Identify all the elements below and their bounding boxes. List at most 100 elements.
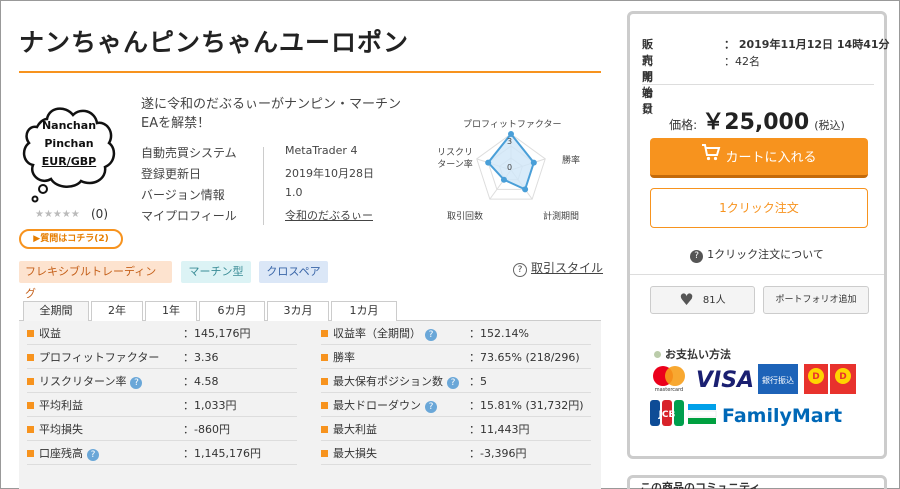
product-logo: Nanchan Pinchan EUR/GBP [19,97,119,207]
daily-logo: D [830,364,856,398]
radar-scale-min: 0 [507,163,513,172]
help-icon[interactable]: ? [87,449,99,461]
stat-value: ：1,145,176円 [183,447,261,460]
radar-point [530,159,537,166]
info-label: 自動売買システム [141,146,237,160]
favorite-count: 81人 [702,295,726,306]
stat-bullet [27,330,34,337]
sidebar-divider [642,84,874,85]
stat-bullet [27,354,34,361]
radar-label-trades: 取引回数 [447,212,484,222]
help-icon[interactable]: ? [130,377,143,389]
svg-text:JCB: JCB [658,410,676,420]
info-label: 登録更新日 [141,167,202,181]
radar-scale-max: 3 [507,137,513,146]
help-icon[interactable]: ? [425,329,437,341]
price-tax: (税込) [814,119,845,132]
purchase-panel: 販売開始日 ： 2019年11月12日 14時41分 利用者数 ：42名 価格:… [627,11,890,459]
one-click-order-button[interactable]: 1クリック注文 [650,188,868,228]
stat-divider [321,440,591,441]
familymart-logo: FamilyMart [687,402,868,430]
svg-text:D: D [812,372,819,382]
price: 価格: ￥25,000 (税込) [630,104,884,136]
add-portfolio-button[interactable]: ポートフォリオ追加 [763,286,869,314]
stat-value: ：3.36 [183,351,219,364]
stat-label: プロフィットファクター [39,351,160,364]
stat-bullet [321,450,328,457]
rating-stars: ★★★★★ [35,209,80,220]
stat-bullet [321,330,328,337]
about-one-click-link[interactable]: ? 1クリック注文について [630,246,884,263]
question-icon: ? [513,263,527,277]
info-value: 2019年10月28日 [285,167,374,180]
stat-value: ：5 [469,375,487,388]
jcb-logo: JCB [650,400,684,430]
stat-label: リスクリターン率? [39,373,143,389]
stat-bullet [321,402,328,409]
stat-label: 平均損失 [39,423,83,436]
users-value: ：42名 [724,55,760,68]
stat-bullet [321,354,328,361]
stat-divider [27,440,297,441]
tab-2y[interactable]: 2年 [91,301,143,321]
tab-1y[interactable]: 1年 [145,301,197,321]
mastercard-logo: mastercard [650,364,688,396]
logo-line-3: EUR/GBP [41,155,97,168]
stat-divider [27,416,297,417]
stat-bullet [27,378,34,385]
stat-value: ：4.58 [183,375,219,388]
help-icon[interactable]: ? [425,401,437,413]
stat-label: 平均利益 [39,399,83,412]
tab-6m[interactable]: 6カ月 [199,301,265,321]
product-description: 遂に令和のだぶるぃーがナンピン・マーチンEAを解禁！ [141,97,402,131]
radar-label-risk: リスクリターン率 [436,148,473,170]
stats-panel: 収益 ：145,176円 プロフィットファクター ：3.36 リスクリターン率? ：4.5… [19,321,601,489]
profile-link[interactable]: 令和のだぶるぃー [285,207,425,223]
stat-divider [27,344,297,345]
title-divider [19,71,601,73]
tab-1m[interactable]: 1カ月 [331,301,397,321]
stat-divider [27,464,297,465]
stat-divider [321,416,591,417]
question-icon: ? [690,250,704,263]
stat-value: ：1,033円 [183,399,237,412]
stat-label: 最大損失 [333,447,377,460]
trading-style-link[interactable]: ? 取引スタイル [513,259,603,277]
bullet-icon [654,351,661,358]
stat-label: 収益 [39,327,61,340]
page-title: ナンちゃんピンちゃんユーロポン [19,28,410,57]
tab-3m[interactable]: 3カ月 [267,301,329,321]
stat-divider [321,392,591,393]
stat-label: 最大保有ポジション数? [333,373,459,389]
stat-value: ：73.65% (218/296) [469,351,580,364]
info-value: 1.0 [285,186,303,199]
stat-divider [27,392,297,393]
question-button[interactable]: ▶質問はコチラ(2) [19,229,123,249]
svg-text:VISA: VISA [696,368,754,392]
logo-line-1: Nanchan [41,119,97,132]
favorite-button[interactable]: ♥ 81人 [650,286,755,314]
stat-value: ：152.14% [469,327,529,340]
payment-methods-title: お支払い方法 [654,346,731,362]
price-value: ￥25,000 [702,110,810,135]
daily-yamazaki-logo: D [804,364,828,398]
tab-all[interactable]: 全期間 [23,301,89,321]
help-icon[interactable]: ? [447,377,459,389]
radar-label-period: 計測期間 [543,212,580,222]
tag-cross-pair[interactable]: クロスペア [259,261,328,283]
info-value: MetaTrader 4 [285,144,358,157]
heart-icon: ♥ [679,290,694,309]
add-to-cart-button[interactable]: カートに入れる [650,138,868,178]
info-label: マイプロフィール [141,209,237,223]
stat-divider [321,368,591,369]
tag-martingale[interactable]: マーチン型 [181,261,251,283]
about-one-click-label: 1クリック注文について [707,248,824,261]
info-divider [263,147,264,225]
bank-transfer-logo: 銀行振込 [758,364,798,398]
tag-flexible-trading[interactable]: フレキシブルトレーディング [19,261,172,300]
sidebar-divider [630,274,884,275]
stat-value: ：11,443円 [469,423,530,436]
radar-label-winrate: 勝率 [562,156,581,166]
community-section-header: この商品のコミュニティ [627,475,887,489]
stat-divider [321,344,591,345]
